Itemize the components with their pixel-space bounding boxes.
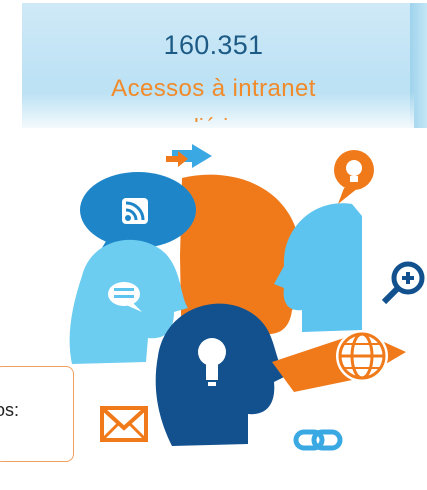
arrow-icon (166, 144, 212, 168)
link-icon (293, 429, 343, 451)
social-media-heads-illustration (69, 144, 425, 451)
lightbulb-icon (334, 150, 374, 204)
mail-icon (100, 406, 148, 442)
metric-value: 160.351 (163, 30, 264, 60)
callout-box: os: (0, 366, 74, 462)
rss-icon (122, 198, 148, 224)
metric-label: Acessos à intranet (111, 75, 316, 102)
callout-text: os: (0, 400, 20, 420)
metric-caption: diário (0, 108, 427, 122)
globe-icon (336, 330, 388, 382)
zoom-in-icon (381, 261, 425, 305)
